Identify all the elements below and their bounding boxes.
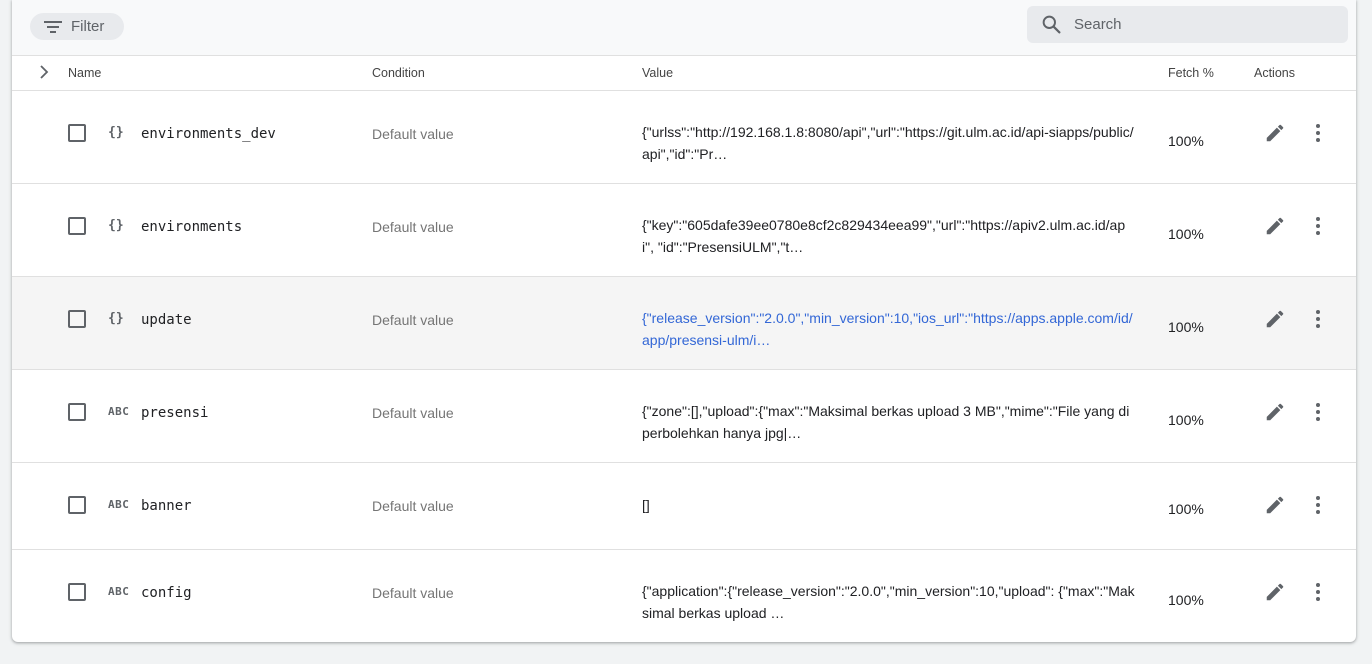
pencil-icon[interactable]	[1264, 122, 1286, 144]
row-checkbox[interactable]	[68, 217, 86, 235]
parameter-condition: Default value	[372, 312, 454, 328]
row-checkbox[interactable]	[68, 124, 86, 142]
parameter-value[interactable]: {"zone":[],"upload":{"max":"Maksimal ber…	[642, 401, 1137, 444]
parameter-condition: Default value	[372, 126, 454, 142]
more-vert-icon[interactable]	[1312, 309, 1324, 329]
parameter-name[interactable]: banner	[141, 498, 192, 514]
table-row[interactable]: {} environments_dev Default value {"urls…	[12, 91, 1356, 184]
parameter-fetch-percent: 100%	[1168, 226, 1204, 242]
more-vert-icon[interactable]	[1312, 123, 1324, 143]
table-row[interactable]: {} environments Default value {"key":"60…	[12, 184, 1356, 277]
more-vert-icon[interactable]	[1312, 582, 1324, 602]
search-input[interactable]	[1074, 16, 1314, 33]
filter-list-icon	[44, 20, 62, 33]
parameter-fetch-percent: 100%	[1168, 133, 1204, 149]
parameter-name[interactable]: update	[141, 312, 192, 328]
parameter-name[interactable]: config	[141, 585, 192, 601]
parameter-value[interactable]: []	[642, 495, 1137, 517]
string-type-icon: ABC	[108, 498, 130, 511]
parameter-fetch-percent: 100%	[1168, 501, 1204, 517]
chevron-right-icon[interactable]	[36, 64, 52, 80]
more-vert-icon[interactable]	[1312, 402, 1324, 422]
parameter-name[interactable]: environments_dev	[141, 126, 276, 142]
json-type-icon: {}	[108, 218, 124, 233]
parameter-fetch-percent: 100%	[1168, 319, 1204, 335]
parameter-name[interactable]: presensi	[141, 405, 208, 421]
parameter-condition: Default value	[372, 585, 454, 601]
parameter-value[interactable]: {"release_version":"2.0.0","min_version"…	[642, 308, 1137, 351]
table-row[interactable]: ABC banner Default value [] 100%	[12, 463, 1356, 550]
more-vert-icon[interactable]	[1312, 495, 1324, 515]
row-checkbox[interactable]	[68, 583, 86, 601]
column-header-condition: Condition	[372, 66, 425, 80]
column-header-name[interactable]: Name	[68, 66, 101, 80]
parameter-value[interactable]: {"key":"605dafe39ee0780e8cf2c829434eea99…	[642, 215, 1137, 258]
row-checkbox[interactable]	[68, 310, 86, 328]
parameter-value[interactable]: {"application":{"release_version":"2.0.0…	[642, 581, 1137, 624]
remote-config-parameters-card: Filter Name Condition Value Fetch % Acti…	[12, 0, 1356, 642]
table-header: Name Condition Value Fetch % Actions	[12, 56, 1356, 91]
json-type-icon: {}	[108, 125, 124, 140]
pencil-icon[interactable]	[1264, 401, 1286, 423]
row-checkbox[interactable]	[68, 496, 86, 514]
parameter-condition: Default value	[372, 405, 454, 421]
parameter-value[interactable]: {"urlss":"http://192.168.1.8:8080/api","…	[642, 122, 1137, 165]
filter-label: Filter	[71, 18, 105, 35]
column-header-fetch: Fetch %	[1168, 66, 1214, 80]
pencil-icon[interactable]	[1264, 308, 1286, 330]
pencil-icon[interactable]	[1264, 494, 1286, 516]
parameters-list: {} environments_dev Default value {"urls…	[12, 91, 1356, 642]
pencil-icon[interactable]	[1264, 581, 1286, 603]
json-type-icon: {}	[108, 311, 124, 326]
string-type-icon: ABC	[108, 405, 130, 418]
row-checkbox[interactable]	[68, 403, 86, 421]
table-row[interactable]: ABC presensi Default value {"zone":[],"u…	[12, 370, 1356, 463]
parameter-fetch-percent: 100%	[1168, 412, 1204, 428]
parameter-fetch-percent: 100%	[1168, 592, 1204, 608]
parameter-condition: Default value	[372, 498, 454, 514]
filter-button[interactable]: Filter	[30, 13, 124, 40]
column-header-actions: Actions	[1254, 66, 1295, 80]
pencil-icon[interactable]	[1264, 215, 1286, 237]
table-row[interactable]: {} update Default value {"release_versio…	[12, 277, 1356, 370]
table-row[interactable]: ABC config Default value {"application":…	[12, 550, 1356, 642]
more-vert-icon[interactable]	[1312, 216, 1324, 236]
table-toolbar: Filter	[12, 0, 1356, 56]
search-box[interactable]	[1027, 6, 1348, 43]
search-icon	[1042, 15, 1061, 34]
parameter-condition: Default value	[372, 219, 454, 235]
string-type-icon: ABC	[108, 585, 130, 598]
column-header-value: Value	[642, 66, 674, 80]
parameter-name[interactable]: environments	[141, 219, 242, 235]
